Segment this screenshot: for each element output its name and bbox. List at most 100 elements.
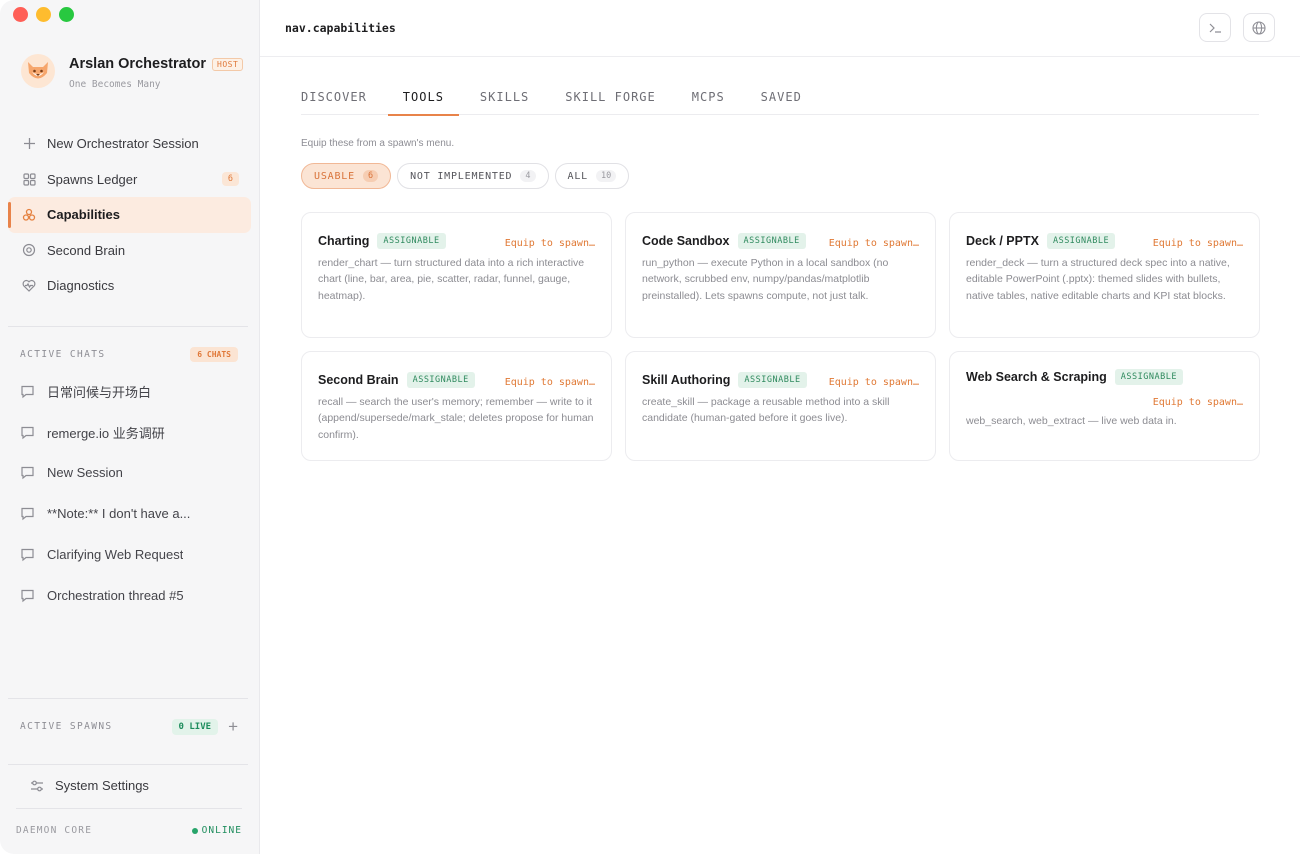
- chat-item-label: 日常问候与开场白: [47, 384, 152, 400]
- tool-card-second-brain: Second Brain ASSIGNABLE Equip to spawn… …: [301, 351, 612, 461]
- chat-item-label: Clarifying Web Request: [47, 547, 184, 563]
- chats-count-badge: 6 CHATS: [190, 347, 238, 362]
- daemon-status: DAEMON CORE ONLINE: [16, 825, 242, 836]
- tab-bar: DISCOVER TOOLS SKILLS SKILL FORGE MCPS S…: [301, 80, 1259, 116]
- sidebar-item-second-brain[interactable]: Second Brain: [8, 233, 251, 269]
- tab-skill-forge[interactable]: SKILL FORGE: [565, 80, 655, 115]
- system-settings-label: System Settings: [55, 778, 149, 793]
- tool-description: render_chart — turn structured data into…: [318, 257, 585, 302]
- tool-description: render_deck — turn a structured deck spe…: [966, 257, 1230, 302]
- globe-button[interactable]: [1243, 13, 1275, 42]
- chat-bubble-icon: [21, 467, 34, 480]
- chat-item-label: **Note:** I don't have a...: [47, 506, 191, 522]
- chat-item[interactable]: 日常问候与开场白: [20, 371, 245, 412]
- equip-to-spawn-button[interactable]: Equip to spawn…: [829, 238, 919, 249]
- filter-label: USABLE: [314, 170, 355, 182]
- tool-card-web-search: Web Search & Scraping ASSIGNABLE Equip t…: [949, 351, 1260, 461]
- brand: Arslan Orchestrator HOST One Becomes Man…: [21, 54, 244, 90]
- chat-bubble-icon: [21, 426, 34, 439]
- chat-item[interactable]: remerge.io 业务调研: [20, 412, 245, 453]
- app-tagline: One Becomes Many: [69, 79, 161, 90]
- chat-item[interactable]: New Session: [20, 453, 245, 494]
- spawns-count-badge: 6: [221, 172, 239, 187]
- system-settings-button[interactable]: System Settings: [30, 778, 149, 793]
- sidebar-item-new-session[interactable]: New Orchestrator Session: [8, 126, 251, 162]
- sidebar-item-label: Spawns Ledger: [47, 171, 138, 187]
- sidebar-item-diagnostics[interactable]: Diagnostics: [8, 268, 251, 304]
- tool-description: recall — search the user's memory; remem…: [318, 396, 594, 441]
- tab-mcps[interactable]: MCPS: [692, 80, 725, 115]
- sliders-icon: [31, 780, 43, 791]
- tab-skills[interactable]: SKILLS: [480, 80, 529, 115]
- daemon-label: DAEMON CORE: [16, 825, 93, 836]
- sidebar-divider: [8, 764, 248, 765]
- sidebar-item-label: New Orchestrator Session: [47, 136, 199, 152]
- tool-title: Charting: [318, 234, 370, 248]
- add-spawn-button[interactable]: +: [228, 718, 238, 735]
- tool-title: Second Brain: [318, 373, 399, 387]
- chat-item[interactable]: **Note:** I don't have a...: [20, 493, 245, 534]
- tool-title: Deck / PPTX: [966, 234, 1039, 248]
- hint-text: Equip these from a spawn's menu.: [301, 138, 455, 149]
- tab-discover[interactable]: DISCOVER: [301, 80, 367, 115]
- globe-icon: [1252, 20, 1266, 35]
- equip-to-spawn-button[interactable]: Equip to spawn…: [505, 377, 595, 388]
- filter-not-implemented[interactable]: NOT IMPLEMENTED 4: [397, 163, 549, 189]
- tool-title: Code Sandbox: [642, 234, 730, 248]
- chat-list: 日常问候与开场白 remerge.io 业务调研 New Session **N…: [20, 371, 245, 616]
- brain-icon: [22, 243, 36, 257]
- daemon-status-text: ONLINE: [201, 825, 242, 836]
- filter-label: ALL: [567, 170, 588, 182]
- filter-count: 6: [362, 170, 379, 182]
- app-name: Arslan Orchestrator: [69, 56, 206, 72]
- tool-title: Web Search & Scraping: [966, 370, 1107, 384]
- assignable-badge: ASSIGNABLE: [406, 372, 475, 388]
- route-label: nav.capabilities: [285, 21, 396, 35]
- sidebar-item-capabilities[interactable]: Capabilities: [8, 197, 251, 233]
- active-chats-title: ACTIVE CHATS: [20, 349, 106, 360]
- maximize-window-button[interactable]: [59, 7, 74, 22]
- fox-logo-icon: [21, 54, 55, 88]
- active-spawns-title: ACTIVE SPAWNS: [20, 721, 113, 732]
- assignable-badge: ASSIGNABLE: [1046, 233, 1116, 249]
- live-count-badge: 0 LIVE: [171, 718, 219, 735]
- terminal-button[interactable]: [1199, 13, 1231, 42]
- filter-chips: USABLE 6 NOT IMPLEMENTED 4 ALL 10: [301, 163, 630, 189]
- assignable-badge: ASSIGNABLE: [377, 233, 446, 249]
- equip-to-spawn-button[interactable]: Equip to spawn…: [966, 397, 1243, 408]
- equip-to-spawn-button[interactable]: Equip to spawn…: [829, 377, 919, 388]
- sidebar-item-label: Second Brain: [47, 242, 126, 258]
- sidebar-item-label: Diagnostics: [47, 278, 115, 294]
- chat-item-label: remerge.io 业务调研: [47, 425, 165, 441]
- tool-description: web_search, web_extract — live web data …: [966, 415, 1177, 427]
- filter-count: 10: [595, 170, 617, 182]
- sidebar-item-spawns-ledger[interactable]: Spawns Ledger 6: [8, 162, 251, 198]
- close-window-button[interactable]: [13, 7, 28, 22]
- tab-tools[interactable]: TOOLS: [387, 80, 460, 116]
- filter-all[interactable]: ALL 10: [554, 163, 630, 189]
- filter-usable[interactable]: USABLE 6: [301, 163, 392, 189]
- equip-to-spawn-button[interactable]: Equip to spawn…: [1153, 238, 1243, 249]
- tool-card-skill-authoring: Skill Authoring ASSIGNABLE Equip to spaw…: [625, 351, 936, 461]
- sidebar-nav: New Orchestrator Session Spawns Ledger 6…: [8, 126, 251, 304]
- chat-item-label: Orchestration thread #5: [47, 587, 184, 603]
- main-panel: nav.capabilities DISCOVER TOOLS SKILLS S…: [260, 0, 1300, 854]
- window-controls: [13, 7, 74, 22]
- assignable-badge: ASSIGNABLE: [738, 372, 807, 388]
- tab-saved[interactable]: SAVED: [761, 80, 802, 115]
- sidebar-divider: [8, 326, 248, 327]
- chat-item[interactable]: Orchestration thread #5: [20, 575, 245, 616]
- chat-item[interactable]: Clarifying Web Request: [20, 534, 245, 575]
- sidebar-divider: [16, 808, 242, 809]
- chat-bubble-icon: [21, 589, 34, 603]
- chat-bubble-icon: [21, 385, 34, 399]
- tool-card-code-sandbox: Code Sandbox ASSIGNABLE Equip to spawn… …: [625, 212, 936, 338]
- active-chats-header: ACTIVE CHATS 6 CHATS: [20, 347, 238, 362]
- minimize-window-button[interactable]: [36, 7, 51, 22]
- equip-to-spawn-button[interactable]: Equip to spawn…: [505, 238, 595, 249]
- tool-description: run_python — execute Python in a local s…: [642, 257, 889, 302]
- heart-pulse-icon: [22, 279, 36, 293]
- sidebar: Arslan Orchestrator HOST One Becomes Man…: [0, 0, 260, 854]
- plus-icon: [22, 137, 36, 151]
- grid-icon: [22, 172, 36, 186]
